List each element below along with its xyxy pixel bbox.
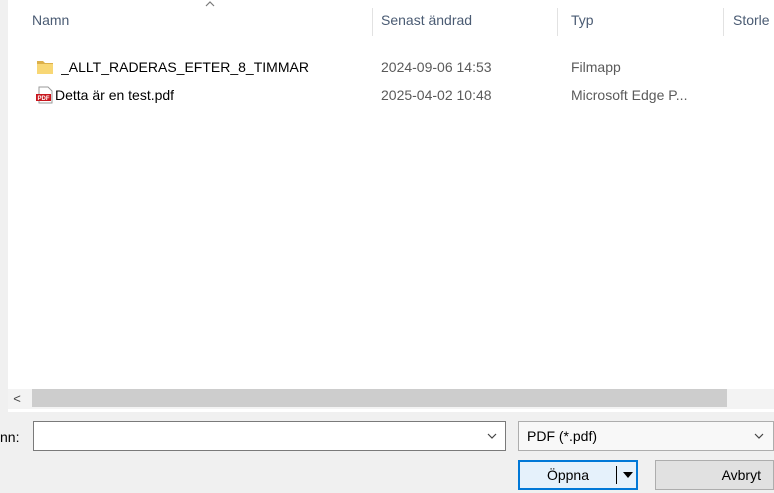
column-divider[interactable] [723, 8, 724, 36]
cancel-button[interactable]: Avbryt [655, 460, 774, 490]
scrollbar-thumb[interactable] [32, 389, 727, 407]
file-type: Microsoft Edge P... [571, 87, 688, 103]
dropdown-arrow-icon[interactable] [621, 468, 635, 482]
open-button[interactable]: Öppna [518, 460, 638, 490]
scroll-left-arrow-icon[interactable]: < [8, 389, 26, 409]
sort-ascending-icon [205, 1, 215, 7]
horizontal-scrollbar[interactable]: < [8, 389, 774, 409]
split-divider [616, 466, 617, 484]
column-divider[interactable] [372, 8, 373, 36]
chevron-down-icon [754, 433, 764, 439]
column-header-name[interactable]: Namn [32, 0, 69, 40]
file-row[interactable]: PDF Detta är en test.pdf 2025-04-02 10:4… [8, 83, 774, 107]
column-divider[interactable] [557, 8, 558, 36]
file-row[interactable]: _ALLT_RADERAS_EFTER_8_TIMMAR 2024-09-06 … [8, 55, 774, 79]
file-modified: 2025-04-02 10:48 [381, 87, 492, 103]
file-type-select[interactable]: PDF (*.pdf) [518, 421, 774, 451]
column-header-modified[interactable]: Senast ändrad [381, 0, 472, 40]
column-header-size[interactable]: Storle [733, 0, 774, 40]
filename-input[interactable] [33, 421, 506, 451]
file-name: Detta är en test.pdf [55, 87, 175, 103]
file-type-selected: PDF (*.pdf) [527, 428, 598, 444]
file-modified: 2024-09-06 14:53 [381, 59, 492, 75]
file-type: Filmapp [571, 59, 621, 75]
column-header-row: Namn Senast ändrad Typ Storle [8, 0, 774, 40]
filename-label: nn: [0, 429, 20, 445]
column-header-type[interactable]: Typ [571, 0, 594, 40]
svg-text:PDF: PDF [38, 96, 50, 102]
open-button-label: Öppna [546, 467, 590, 483]
pdf-icon: PDF [36, 86, 53, 104]
chevron-down-icon[interactable] [485, 429, 499, 443]
folder-icon [37, 61, 53, 74]
file-list-pane[interactable]: Namn Senast ändrad Typ Storle _ALLT_RADE… [8, 0, 774, 412]
file-name: _ALLT_RADERAS_EFTER_8_TIMMAR [61, 59, 309, 75]
